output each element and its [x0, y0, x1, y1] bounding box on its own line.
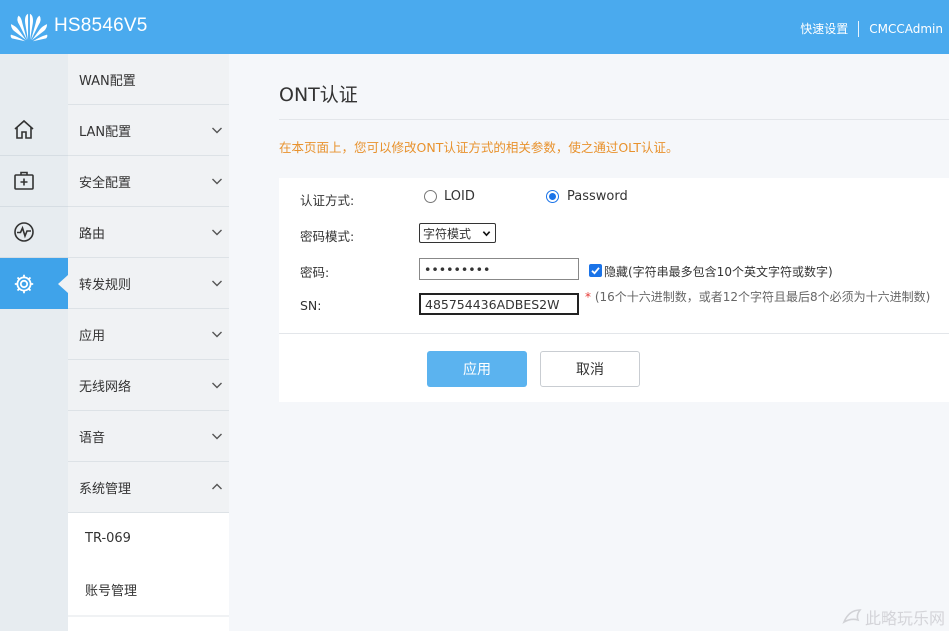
chevron-down-icon: [212, 382, 222, 389]
loid-radio-label[interactable]: LOID: [444, 189, 475, 204]
menu-item-security[interactable]: 安全配置: [68, 156, 229, 207]
submenu-item-tr069[interactable]: TR-069: [68, 513, 229, 564]
hide-password-label: 隐藏(字符串最多包含10个英文字符或数字): [604, 265, 833, 279]
hide-password-checkbox[interactable]: [589, 264, 602, 277]
chevron-down-icon: [212, 229, 222, 236]
rail-settings[interactable]: [0, 258, 68, 309]
top-links-divider: [858, 20, 860, 37]
sn-label: SN:: [300, 298, 322, 313]
device-model: HS8546V5: [54, 15, 148, 36]
sn-hint-text: (16个十六进制数，或者12个字符且最后8个必须为十六进制数): [594, 290, 931, 304]
password-field-value: •••••••••: [424, 261, 491, 277]
chevron-down-icon: [212, 280, 222, 287]
menu-item-wan[interactable]: WAN配置: [68, 54, 229, 105]
menu-item-label: 无线网络: [79, 379, 132, 395]
password-radio[interactable]: [546, 190, 559, 203]
page-description: 在本页面上，您可以修改ONT认证方式的相关参数，使之通过OLT认证。: [279, 140, 679, 155]
sidebar-menu: WAN配置 LAN配置 安全配置 路由 转发规则 应用 无线网络 语音 系统管理…: [68, 54, 229, 631]
apply-button[interactable]: 应用: [427, 351, 527, 387]
menu-item-label: 转发规则: [79, 277, 132, 293]
cancel-button[interactable]: 取消: [540, 351, 640, 387]
gear-icon: [14, 274, 34, 293]
password-label: 密码:: [300, 265, 330, 280]
rail-status[interactable]: [0, 207, 68, 258]
menu-item-label: 应用: [79, 328, 106, 344]
password-mode-select[interactable]: 字符模式: [419, 223, 496, 243]
menu-item-application[interactable]: 应用: [68, 309, 229, 360]
menu-item-lan[interactable]: LAN配置: [68, 105, 229, 156]
submenu-item-label: TR-069: [85, 531, 131, 546]
watermark-logo-icon: [842, 609, 862, 624]
password-mode-label: 密码模式:: [300, 229, 355, 244]
icon-rail: [0, 54, 68, 631]
top-bar: HS8546V5 快速设置 CMCCAdmin: [0, 0, 949, 54]
ont-auth-form: 认证方式: LOID Password 密码模式: 字符模式 密码: •••••…: [279, 178, 949, 402]
menu-item-route[interactable]: 路由: [68, 207, 229, 258]
watermark: 此略玩乐网: [841, 605, 945, 629]
chevron-down-icon: [212, 331, 222, 338]
sn-hint: * (16个十六进制数，或者12个字符且最后8个必须为十六进制数): [585, 290, 945, 305]
chevron-up-icon: [212, 483, 222, 490]
menu-item-label: 路由: [79, 226, 106, 242]
menu-item-voice[interactable]: 语音: [68, 411, 229, 462]
chevron-down-icon: [482, 231, 491, 237]
auth-mode-label: 认证方式:: [300, 193, 355, 208]
user-account-link[interactable]: CMCCAdmin: [869, 22, 943, 36]
form-divider: [279, 333, 949, 334]
password-radio-label[interactable]: Password: [567, 189, 628, 204]
medical-kit-icon: [14, 171, 34, 190]
active-pointer: [58, 275, 68, 293]
submenu-filler: [68, 617, 229, 631]
loid-radio[interactable]: [424, 190, 437, 203]
menu-item-label: 系统管理: [79, 481, 132, 497]
quick-setup-link[interactable]: 快速设置: [800, 20, 848, 37]
home-icon: [14, 119, 34, 139]
top-links: 快速设置 CMCCAdmin: [800, 20, 943, 37]
menu-item-label: LAN配置: [79, 124, 132, 140]
page-title: ONT认证: [279, 84, 358, 106]
pulse-icon: [14, 222, 34, 242]
required-mark: *: [585, 290, 591, 304]
password-field[interactable]: •••••••••: [419, 258, 579, 280]
sn-field[interactable]: 485754436ADBES2W: [419, 293, 579, 315]
watermark-text: 此略玩乐网: [864, 609, 945, 628]
submenu-item-account[interactable]: 账号管理: [68, 564, 229, 615]
chevron-down-icon: [212, 433, 222, 440]
menu-item-forward[interactable]: 转发规则: [68, 258, 229, 309]
menu-item-label: 安全配置: [79, 175, 132, 191]
chevron-down-icon: [212, 178, 222, 185]
menu-item-label: WAN配置: [79, 73, 136, 89]
rail-diagnose[interactable]: [0, 156, 68, 207]
sn-field-value: 485754436ADBES2W: [425, 296, 560, 312]
menu-item-system[interactable]: 系统管理: [68, 462, 229, 513]
chevron-down-icon: [212, 127, 222, 134]
menu-item-wireless[interactable]: 无线网络: [68, 360, 229, 411]
rail-home[interactable]: [0, 105, 68, 156]
title-divider: [279, 119, 949, 120]
huawei-logo: [10, 13, 48, 42]
password-mode-value: 字符模式: [423, 226, 472, 241]
check-icon: [591, 267, 600, 275]
submenu-item-label: 账号管理: [85, 584, 138, 599]
menu-item-label: 语音: [79, 430, 106, 446]
